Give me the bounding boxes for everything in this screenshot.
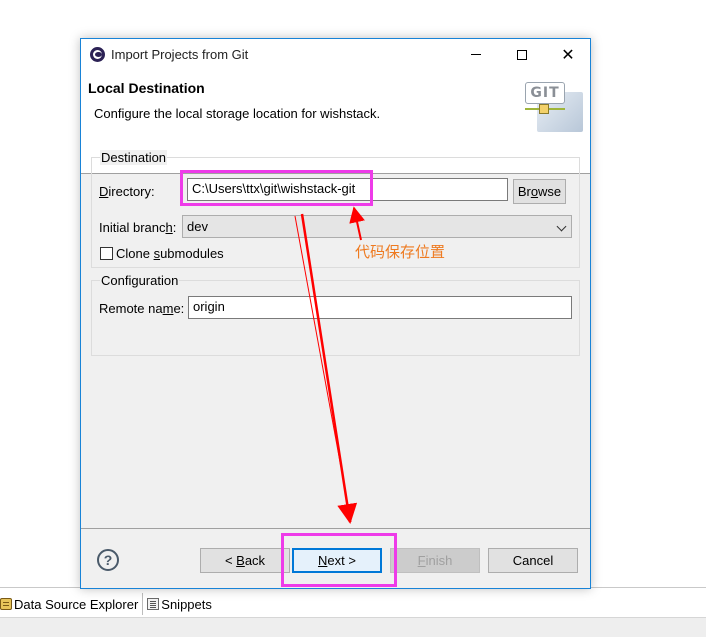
snippets-icon (147, 598, 160, 610)
minimize-button[interactable] (453, 39, 499, 70)
minimize-icon (471, 54, 481, 55)
initial-branch-select[interactable]: dev (182, 215, 572, 238)
button-bar-separator (81, 528, 590, 529)
remote-name-label: Remote name: (99, 301, 185, 316)
destination-group-label: Destination (100, 150, 168, 165)
page-description: Configure the local storage location for… (94, 106, 381, 121)
workbench-view-tabs: Data Source Explorer Snippets (0, 593, 216, 615)
title-bar[interactable]: Import Projects from Git ✕ (81, 39, 590, 70)
workbench-view-area (0, 617, 706, 637)
import-dialog: Import Projects from Git ✕ Local Destina… (80, 38, 591, 589)
help-icon[interactable]: ? (97, 549, 119, 571)
git-logo-text: GIT (525, 82, 565, 104)
cancel-button[interactable]: Cancel (488, 548, 578, 573)
data-source-icon (0, 598, 12, 610)
tab-label: Data Source Explorer (14, 596, 139, 612)
browse-button[interactable]: Br o wse (513, 179, 566, 204)
directory-label: Directory: (99, 184, 155, 199)
next-highlight-box (281, 533, 397, 587)
window-title: Import Projects from Git (111, 47, 249, 62)
remote-name-input[interactable]: origin (188, 296, 572, 319)
maximize-button[interactable] (499, 39, 545, 70)
tab-label: Snippets (161, 596, 212, 612)
tab-snippets[interactable]: Snippets (142, 593, 216, 615)
page-title: Local Destination (88, 80, 205, 96)
maximize-icon (517, 49, 527, 60)
eclipse-icon (90, 47, 105, 62)
close-button[interactable]: ✕ (545, 39, 591, 70)
clone-submodules-checkbox[interactable] (100, 247, 113, 260)
tab-data-source-explorer[interactable]: Data Source Explorer (0, 593, 142, 615)
git-logo-icon: GIT (523, 80, 583, 132)
back-button[interactable]: < Back (200, 548, 290, 573)
close-icon: ✕ (561, 44, 575, 64)
clone-submodules-label[interactable]: Clone submodules (116, 246, 224, 261)
annotation-text: 代码保存位置 (355, 244, 446, 261)
initial-branch-label: Initial branch: (99, 220, 177, 235)
directory-highlight-box (180, 170, 373, 206)
configuration-group-label: Configuration (100, 273, 180, 288)
finish-button: Finish (390, 548, 480, 573)
initial-branch-value: dev (187, 219, 208, 234)
chevron-down-icon (556, 221, 567, 232)
